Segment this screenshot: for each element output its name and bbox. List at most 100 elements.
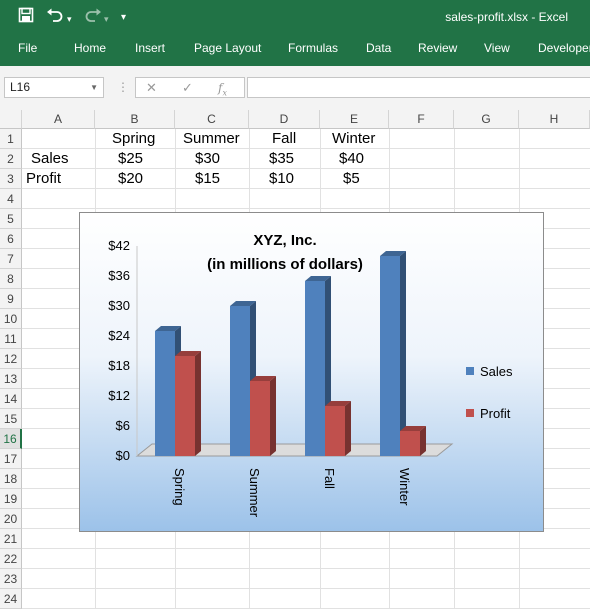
tab-data[interactable]: Data — [366, 41, 391, 55]
enter-icon[interactable]: ✓ — [182, 80, 193, 96]
row-header-7[interactable]: 7 — [0, 249, 22, 269]
tab-file[interactable]: File — [18, 41, 37, 55]
cell-e2[interactable]: $40 — [339, 149, 364, 169]
embedded-chart[interactable]: XYZ, Inc. (in millions of dollars) $0 $6 $… — [79, 212, 544, 532]
tab-view[interactable]: View — [484, 41, 510, 55]
name-box[interactable]: L16 ▼ — [4, 77, 104, 98]
row-header-5[interactable]: 5 — [0, 209, 22, 229]
row-gridline — [22, 588, 590, 589]
chevron-down-icon[interactable]: ▼ — [90, 78, 98, 97]
select-all-corner[interactable] — [0, 110, 22, 129]
window-title: sales-profit.xlsx - Excel — [445, 10, 568, 24]
row-gridline — [22, 548, 590, 549]
row-header-6[interactable]: 6 — [0, 229, 22, 249]
tab-page-layout[interactable]: Page Layout — [194, 41, 261, 55]
cell-c3[interactable]: $15 — [195, 169, 220, 189]
bar-side — [400, 251, 406, 456]
bar-front — [230, 306, 250, 456]
column-header-b[interactable]: B — [95, 110, 175, 129]
column-header-h[interactable]: H — [519, 110, 590, 129]
cell-c1[interactable]: Summer — [183, 129, 240, 149]
bar-side — [345, 401, 351, 456]
row-header-21[interactable]: 21 — [0, 529, 22, 549]
cell-d2[interactable]: $35 — [269, 149, 294, 169]
cell-b1[interactable]: Spring — [112, 129, 155, 149]
bar-front — [400, 431, 420, 456]
y-tick-label: $30 — [108, 298, 130, 313]
undo-icon[interactable] — [46, 7, 64, 28]
splitter-icon[interactable]: ⋮ — [117, 80, 129, 94]
y-tick-label: $24 — [108, 328, 130, 343]
chart-subtitle: (in millions of dollars) — [207, 256, 363, 273]
tab-formulas[interactable]: Formulas — [288, 41, 338, 55]
tab-review[interactable]: Review — [418, 41, 457, 55]
redo-icon[interactable] — [84, 7, 102, 28]
column-header-f[interactable]: F — [389, 110, 454, 129]
bar-side — [195, 351, 201, 456]
bar-front — [175, 356, 195, 456]
redo-dropdown-icon[interactable]: ▾ — [104, 10, 109, 28]
row-header-22[interactable]: 22 — [0, 549, 22, 569]
insert-function-icon[interactable]: fx — [218, 81, 227, 97]
row-header-16[interactable]: 16 — [0, 429, 22, 449]
undo-dropdown-icon[interactable]: ▾ — [67, 10, 72, 28]
row-header-4[interactable]: 4 — [0, 189, 22, 209]
x-axis: Spring Summer Fall Winter — [172, 468, 412, 518]
x-tick-label: Winter — [397, 468, 412, 506]
bar-profit-summer[interactable] — [250, 376, 276, 456]
x-tick-label: Spring — [172, 468, 187, 506]
row-header-15[interactable]: 15 — [0, 409, 22, 429]
y-tick-label: $0 — [116, 448, 130, 463]
row-header-8[interactable]: 8 — [0, 269, 22, 289]
save-icon[interactable] — [18, 7, 34, 28]
row-header-1[interactable]: 1 — [0, 129, 22, 149]
bar-profit-fall[interactable] — [325, 401, 351, 456]
row-header-2[interactable]: 2 — [0, 149, 22, 169]
tab-developer[interactable]: Developer — [538, 41, 590, 55]
row-header-24[interactable]: 24 — [0, 589, 22, 609]
column-header-g[interactable]: G — [454, 110, 519, 129]
cell-a3[interactable]: Profit — [26, 169, 61, 189]
row-header-3[interactable]: 3 — [0, 169, 22, 189]
row-header-10[interactable]: 10 — [0, 309, 22, 329]
column-header-a[interactable]: A — [22, 110, 95, 129]
row-gridline — [22, 168, 590, 169]
cell-a2[interactable]: Sales — [31, 149, 69, 169]
bar-front — [250, 381, 270, 456]
row-header-17[interactable]: 17 — [0, 449, 22, 469]
column-header-e[interactable]: E — [320, 110, 389, 129]
y-tick-label: $36 — [108, 268, 130, 283]
bar-profit-spring[interactable] — [175, 351, 201, 456]
row-header-23[interactable]: 23 — [0, 569, 22, 589]
cell-d1[interactable]: Fall — [272, 129, 296, 149]
row-header-13[interactable]: 13 — [0, 369, 22, 389]
row-header-12[interactable]: 12 — [0, 349, 22, 369]
cell-b2[interactable]: $25 — [118, 149, 143, 169]
row-header-14[interactable]: 14 — [0, 389, 22, 409]
cell-c2[interactable]: $30 — [195, 149, 220, 169]
column-header-c[interactable]: C — [175, 110, 249, 129]
legend-label: Sales — [480, 364, 513, 379]
bar-sales-winter[interactable] — [380, 251, 406, 456]
tab-home[interactable]: Home — [74, 41, 106, 55]
name-box-value: L16 — [10, 80, 31, 94]
bar-profit-winter[interactable] — [400, 426, 426, 456]
y-tick-label: $6 — [116, 418, 130, 433]
cell-e1[interactable]: Winter — [332, 129, 375, 149]
row-header-19[interactable]: 19 — [0, 489, 22, 509]
x-tick-label: Summer — [247, 468, 262, 518]
y-tick-label: $42 — [108, 238, 130, 253]
row-header-9[interactable]: 9 — [0, 289, 22, 309]
cell-e3[interactable]: $5 — [343, 169, 360, 189]
tab-insert[interactable]: Insert — [135, 41, 165, 55]
formula-input[interactable] — [247, 77, 590, 98]
row-header-18[interactable]: 18 — [0, 469, 22, 489]
row-header-11[interactable]: 11 — [0, 329, 22, 349]
column-header-d[interactable]: D — [249, 110, 320, 129]
legend-swatch — [466, 409, 474, 417]
cell-b3[interactable]: $20 — [118, 169, 143, 189]
row-header-20[interactable]: 20 — [0, 509, 22, 529]
cancel-icon[interactable]: ✕ — [146, 80, 157, 96]
customize-toolbar-icon[interactable]: ▾ — [121, 9, 126, 27]
cell-d3[interactable]: $10 — [269, 169, 294, 189]
